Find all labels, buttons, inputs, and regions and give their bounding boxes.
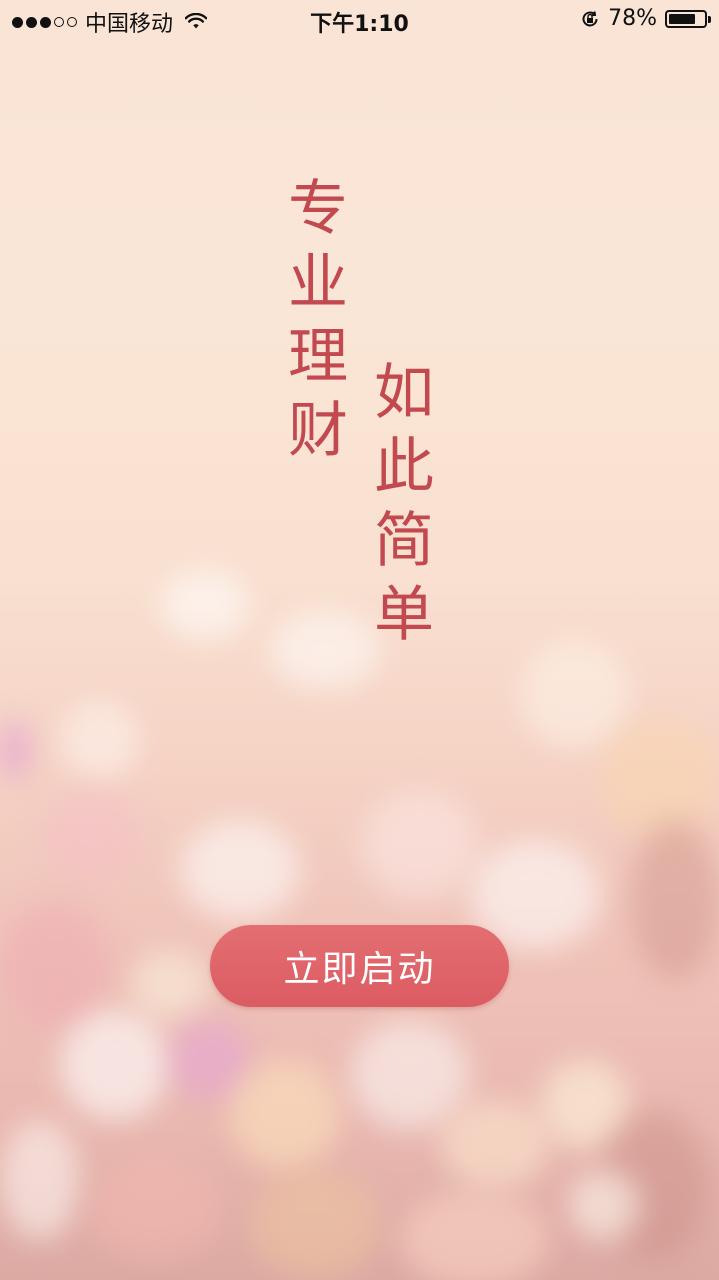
slogan-char: 财: [288, 396, 350, 466]
slogan-char: 理: [288, 322, 350, 392]
status-right: 78%: [580, 6, 711, 31]
slogan-char: 单: [374, 580, 436, 650]
start-now-button[interactable]: 立即启动: [210, 925, 509, 1007]
slogan-char: 专: [288, 174, 350, 244]
slogan-line-1: 专 业 理 财: [288, 172, 350, 468]
slogan-char: 简: [374, 506, 436, 576]
slogan-char: 业: [288, 248, 350, 318]
status-bar: 中国移动 下午1:10 78%: [0, 0, 719, 40]
slogan-char: 此: [374, 432, 436, 502]
slogan-line-2: 如 此 简 单: [374, 356, 436, 652]
splash-screen: 中国移动 下午1:10 78% 专 业 理 财 如 此 简 单 立即启动: [0, 0, 719, 1280]
slogan-char: 如: [374, 358, 436, 428]
battery-icon: [665, 9, 711, 28]
battery-percent: 78%: [608, 6, 657, 31]
lock-rotation-icon: [582, 10, 598, 26]
